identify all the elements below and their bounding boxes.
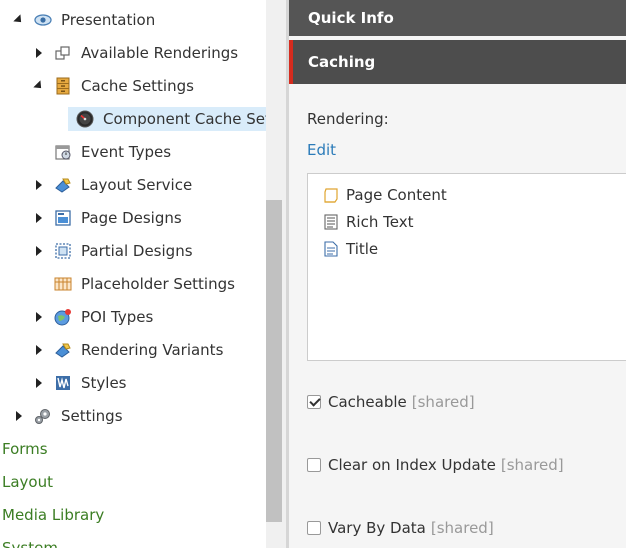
- tree-label: Settings: [61, 407, 123, 425]
- tree-label: Placeholder Settings: [81, 275, 235, 293]
- vary-by-data-label: Vary By Data: [328, 519, 426, 537]
- expand-toggle[interactable]: [34, 212, 46, 224]
- tree-item-component-cache-settings[interactable]: Component Cache Setti: [68, 107, 266, 131]
- title-icon: [324, 241, 338, 257]
- tree-item-page-designs[interactable]: Page Designs: [34, 206, 182, 230]
- tree-label: Event Types: [81, 143, 172, 161]
- content-tree: Presentation Available Renderings Cache …: [0, 0, 266, 548]
- page-content-icon: [324, 188, 338, 203]
- edit-link[interactable]: Edit: [307, 141, 336, 159]
- expand-toggle[interactable]: [34, 311, 46, 323]
- tree-label: Rendering Variants: [81, 341, 224, 359]
- expand-toggle[interactable]: [34, 47, 46, 59]
- list-item[interactable]: Title: [322, 237, 378, 261]
- item-editor: Quick Info Caching Rendering: Edit Page …: [289, 0, 626, 548]
- tree-label: Presentation: [61, 11, 156, 29]
- expand-toggle[interactable]: [34, 377, 46, 389]
- tree-label: POI Types: [81, 308, 154, 326]
- styles-icon: [56, 376, 70, 390]
- tree-label: Forms: [2, 440, 48, 458]
- tree-label: Styles: [81, 374, 127, 392]
- cacheable-field: Cacheable [shared]: [307, 393, 475, 411]
- tree-label: Partial Designs: [81, 242, 193, 260]
- list-item[interactable]: Page Content: [322, 183, 447, 207]
- expand-toggle[interactable]: [14, 410, 26, 422]
- vary-by-data-field: Vary By Data [shared]: [307, 519, 494, 537]
- tree-item-available-renderings[interactable]: Available Renderings: [34, 41, 238, 65]
- tree-item-rendering-variants[interactable]: Rendering Variants: [34, 338, 223, 362]
- vary-by-data-checkbox[interactable]: [307, 521, 321, 535]
- tree-label: Cache Settings: [81, 77, 194, 95]
- shared-tag: [shared]: [430, 519, 494, 537]
- tree-scrollbar[interactable]: [266, 0, 286, 548]
- tree-item-event-types[interactable]: Event Types: [54, 140, 171, 164]
- globe-pin-icon: [54, 309, 71, 326]
- placeholder-icon: [54, 277, 72, 291]
- collapse-toggle[interactable]: [33, 80, 46, 92]
- renderings-icon: [55, 46, 70, 60]
- clear-on-index-update-label: Clear on Index Update: [328, 456, 496, 474]
- tree-label: Component Cache Setti: [103, 110, 266, 128]
- tree-label: Page Designs: [81, 209, 182, 227]
- tree-label: Layout: [2, 473, 53, 491]
- tree-item-forms[interactable]: Forms: [2, 437, 48, 461]
- shared-tag: [shared]: [500, 456, 564, 474]
- tree-label: Available Renderings: [81, 44, 239, 62]
- gear-icon: [35, 409, 50, 424]
- partial-design-icon: [55, 243, 71, 259]
- tree-item-presentation[interactable]: Presentation: [13, 8, 156, 32]
- scrollbar-thumb[interactable]: [266, 200, 282, 522]
- tree-item-system[interactable]: System: [2, 536, 58, 548]
- tree-label: Layout Service: [81, 176, 193, 194]
- expand-toggle[interactable]: [34, 179, 46, 191]
- tree-item-styles[interactable]: Styles: [34, 371, 127, 395]
- page-design-icon: [55, 210, 71, 226]
- rendering-list[interactable]: Page Content Rich Text Title: [307, 173, 626, 361]
- tree-item-partial-designs[interactable]: Partial Designs: [34, 239, 193, 263]
- list-item-label: Title: [346, 240, 379, 258]
- rendering-field-label: Rendering:: [307, 110, 389, 128]
- speedometer-icon: [76, 110, 94, 128]
- list-item[interactable]: Rich Text: [322, 210, 413, 234]
- rich-text-icon: [324, 214, 338, 230]
- tree-item-settings[interactable]: Settings: [14, 404, 123, 428]
- clear-on-index-update-field: Clear on Index Update [shared]: [307, 456, 564, 474]
- shared-tag: [shared]: [411, 393, 475, 411]
- expand-toggle[interactable]: [34, 245, 46, 257]
- cabinet-icon: [56, 77, 70, 95]
- cacheable-label: Cacheable: [328, 393, 407, 411]
- tree-item-media-library[interactable]: Media Library: [2, 503, 104, 527]
- tree-label: System: [2, 539, 58, 548]
- tree-item-layout-service[interactable]: Layout Service: [34, 173, 192, 197]
- list-item-label: Page Content: [346, 186, 447, 204]
- rendering-variants-icon: [55, 343, 71, 358]
- eye-icon: [34, 14, 52, 26]
- cacheable-checkbox[interactable]: [307, 395, 321, 409]
- layout-service-icon: [55, 178, 71, 193]
- list-item-label: Rich Text: [346, 213, 414, 231]
- event-types-icon: [55, 145, 71, 160]
- tree-item-cache-settings[interactable]: Cache Settings: [33, 74, 194, 98]
- clear-on-index-update-checkbox[interactable]: [307, 458, 321, 472]
- collapse-toggle[interactable]: [13, 14, 26, 26]
- expand-toggle[interactable]: [34, 344, 46, 356]
- section-header-quick-info[interactable]: Quick Info: [289, 0, 626, 36]
- tree-item-poi-types[interactable]: POI Types: [34, 305, 153, 329]
- tree-item-layout[interactable]: Layout: [2, 470, 53, 494]
- tree-label: Media Library: [2, 506, 105, 524]
- section-header-caching[interactable]: Caching: [289, 40, 626, 84]
- tree-item-placeholder-settings[interactable]: Placeholder Settings: [54, 272, 235, 296]
